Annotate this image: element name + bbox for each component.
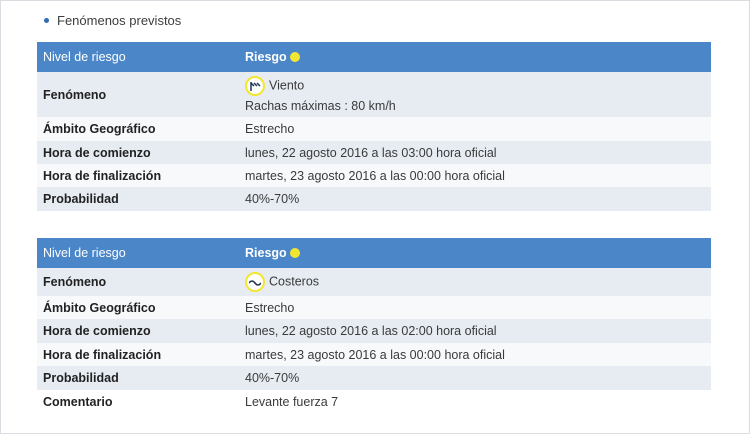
phenomenon-row: Fenómeno Viento Rachas máximas : 80 km/h	[37, 72, 711, 117]
probability-label: Probabilidad	[37, 187, 239, 211]
start-label: Hora de comienzo	[37, 319, 239, 343]
bullet-icon	[44, 18, 49, 23]
start-value: lunes, 22 agosto 2016 a las 02:00 hora o…	[239, 319, 711, 343]
scope-value: Estrecho	[239, 117, 711, 141]
phenomenon-value: Viento Rachas máximas : 80 km/h	[239, 72, 711, 117]
risk-level-label: Nivel de riesgo	[37, 238, 239, 268]
end-row: Hora de finalización martes, 23 agosto 2…	[37, 343, 711, 366]
start-label: Hora de comienzo	[37, 141, 239, 164]
scope-label: Ámbito Geográfico	[37, 117, 239, 141]
end-row: Hora de finalización martes, 23 agosto 2…	[37, 164, 711, 187]
start-row: Hora de comienzo lunes, 22 agosto 2016 a…	[37, 141, 711, 164]
scope-value: Estrecho	[239, 296, 711, 319]
warning-table-wind: Nivel de riesgo Riesgo Fenómeno Viento R…	[37, 42, 711, 211]
risk-level-value: Riesgo	[239, 42, 711, 72]
risk-dot-icon	[289, 248, 300, 258]
phenomenon-name: Viento	[269, 78, 305, 93]
risk-level-label: Nivel de riesgo	[37, 42, 239, 72]
risk-text: Riesgo	[245, 50, 287, 64]
comment-label: Comentario	[37, 390, 239, 414]
phenomenon-detail: Rachas máximas : 80 km/h	[245, 99, 396, 113]
scope-row: Ámbito Geográfico Estrecho	[37, 296, 711, 319]
warning-header-row: Nivel de riesgo Riesgo	[37, 42, 711, 72]
probability-row: Probabilidad 40%-70%	[37, 366, 711, 390]
warning-table-coastal: Nivel de riesgo Riesgo Fenómeno Costeros…	[37, 238, 711, 414]
probability-value: 40%-70%	[239, 187, 711, 211]
probability-value: 40%-70%	[239, 366, 711, 390]
risk-level-value: Riesgo	[239, 238, 711, 268]
phenomenon-label: Fenómeno	[37, 72, 239, 117]
end-label: Hora de finalización	[37, 164, 239, 187]
wind-icon	[245, 76, 265, 96]
start-row: Hora de comienzo lunes, 22 agosto 2016 a…	[37, 319, 711, 343]
scope-row: Ámbito Geográfico Estrecho	[37, 117, 711, 141]
risk-text: Riesgo	[245, 246, 287, 260]
phenomenon-value: Costeros	[239, 268, 711, 296]
phenomenon-name: Costeros	[269, 274, 320, 289]
start-value: lunes, 22 agosto 2016 a las 03:00 hora o…	[239, 141, 711, 164]
scope-label: Ámbito Geográfico	[37, 296, 239, 319]
comment-row: Comentario Levante fuerza 7	[37, 390, 711, 414]
probability-label: Probabilidad	[37, 366, 239, 390]
end-value: martes, 23 agosto 2016 a las 00:00 hora …	[239, 164, 711, 187]
phenomenon-row: Fenómeno Costeros	[37, 268, 711, 296]
end-value: martes, 23 agosto 2016 a las 00:00 hora …	[239, 343, 711, 366]
warning-header-row: Nivel de riesgo Riesgo	[37, 238, 711, 268]
end-label: Hora de finalización	[37, 343, 239, 366]
phenomenon-label: Fenómeno	[37, 268, 239, 296]
coastal-waves-icon	[245, 272, 265, 292]
risk-dot-icon	[289, 52, 300, 62]
section-heading: Fenómenos previstos	[44, 13, 181, 28]
comment-value: Levante fuerza 7	[239, 390, 711, 414]
section-title: Fenómenos previstos	[57, 13, 182, 28]
probability-row: Probabilidad 40%-70%	[37, 187, 711, 211]
